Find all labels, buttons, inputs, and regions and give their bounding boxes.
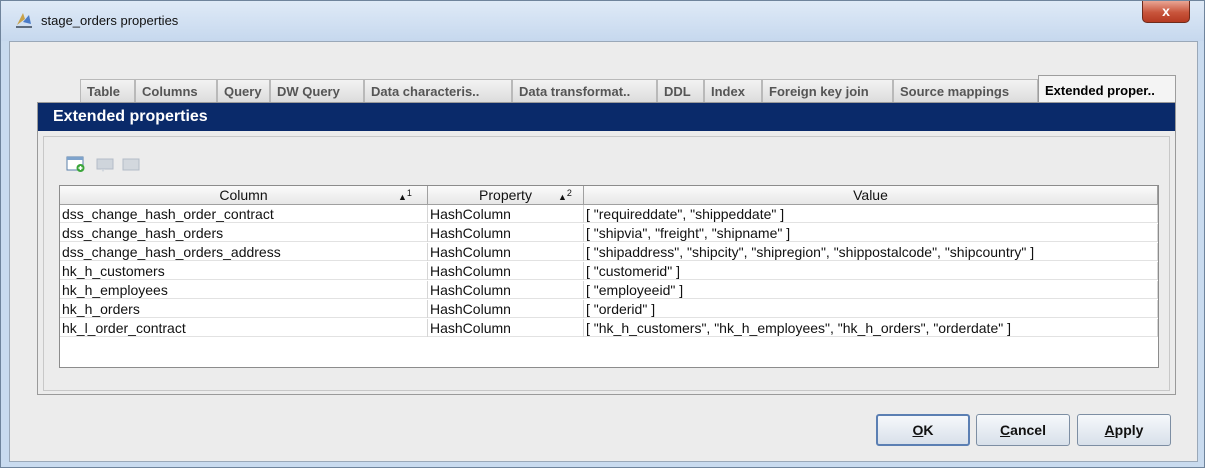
cancel-label: ancel (1010, 422, 1046, 438)
cell-column[interactable]: hk_h_employees (60, 281, 428, 299)
ok-mnemonic: O (912, 422, 924, 438)
column-header-label: Value (853, 187, 888, 203)
cell-column[interactable]: hk_l_order_contract (60, 319, 428, 337)
cell-column[interactable]: dss_change_hash_orders (60, 224, 428, 242)
extended-properties-table: Column ▲1 Property ▲2 Value dss_change_h… (59, 185, 1159, 368)
cell-value[interactable]: [ "orderid" ] (584, 300, 1158, 318)
cell-property[interactable]: HashColumn (428, 205, 584, 223)
column-header-property[interactable]: Property ▲2 (428, 186, 584, 205)
tab-data-transformations[interactable]: Data transformat.. (512, 79, 657, 102)
cell-value[interactable]: [ "employeeid" ] (584, 281, 1158, 299)
tab-extended-properties[interactable]: Extended proper.. (1038, 75, 1176, 103)
properties-dialog: stage_orders properties x Table Columns … (0, 0, 1205, 468)
tab-ddl[interactable]: DDL (657, 79, 704, 102)
apply-mnemonic: A (1104, 422, 1115, 438)
cancel-mnemonic: C (1000, 422, 1011, 438)
column-header-column[interactable]: Column ▲1 (60, 186, 428, 205)
cell-value[interactable]: [ "hk_h_customers", "hk_h_employees", "h… (584, 319, 1158, 337)
properties-editor: Column ▲1 Property ▲2 Value dss_change_h… (43, 136, 1170, 391)
cell-property[interactable]: HashColumn (428, 319, 584, 337)
table-row[interactable]: hk_h_orders HashColumn [ "orderid" ] (60, 300, 1158, 318)
cell-value[interactable]: [ "requireddate", "shippeddate" ] (584, 205, 1158, 223)
cell-column[interactable]: dss_change_hash_order_contract (60, 205, 428, 223)
cancel-button[interactable]: Cancel (976, 414, 1070, 446)
title-bar[interactable]: stage_orders properties x (1, 1, 1204, 41)
cell-property[interactable]: HashColumn (428, 300, 584, 318)
tab-columns[interactable]: Columns (135, 79, 217, 102)
sort-order-label: 2 (566, 188, 572, 198)
app-icon (16, 13, 32, 28)
sort-ascending-icon: ▲2 (558, 188, 572, 202)
tab-strip: Table Columns Query DW Query Data charac… (37, 75, 1187, 103)
tab-data-characteristics[interactable]: Data characteris.. (364, 79, 512, 102)
table-row[interactable]: dss_change_hash_orders HashColumn [ "shi… (60, 224, 1158, 242)
tab-dw-query[interactable]: DW Query (270, 79, 364, 102)
table-row[interactable]: hk_h_customers HashColumn [ "customerid"… (60, 262, 1158, 280)
add-row-icon (66, 156, 85, 172)
column-header-label: Column (219, 187, 268, 203)
apply-button[interactable]: Apply (1077, 414, 1171, 446)
cell-value[interactable]: [ "shipvia", "freight", "shipname" ] (584, 224, 1158, 242)
delete-row-button[interactable] (121, 155, 141, 173)
column-header-label: Property (479, 187, 532, 203)
ok-label: K (923, 422, 934, 438)
add-row-button[interactable] (66, 155, 86, 173)
table-row[interactable]: dss_change_hash_order_contract HashColum… (60, 205, 1158, 223)
dialog-client: Table Columns Query DW Query Data charac… (9, 41, 1198, 462)
cell-property[interactable]: HashColumn (428, 243, 584, 261)
table-header: Column ▲1 Property ▲2 Value (60, 186, 1158, 205)
cell-property[interactable]: HashColumn (428, 281, 584, 299)
sort-ascending-icon: ▲1 (398, 188, 412, 202)
tab-source-mappings[interactable]: Source mappings (893, 79, 1038, 102)
cell-property[interactable]: HashColumn (428, 262, 584, 280)
tab-query[interactable]: Query (217, 79, 270, 102)
extended-properties-panel: Extended properties Column ▲1 Property ▲… (37, 102, 1176, 395)
tab-index[interactable]: Index (704, 79, 762, 102)
column-header-value[interactable]: Value (584, 186, 1158, 205)
panel-header: Extended properties (38, 103, 1175, 131)
delete-row-icon (122, 158, 140, 171)
cell-column[interactable]: hk_h_customers (60, 262, 428, 280)
window-title: stage_orders properties (41, 13, 179, 28)
cell-value[interactable]: [ "customerid" ] (584, 262, 1158, 280)
table-row[interactable]: hk_l_order_contract HashColumn [ "hk_h_c… (60, 319, 1158, 337)
apply-label: pply (1114, 422, 1144, 438)
sort-order-label: 1 (406, 188, 412, 198)
cell-column[interactable]: dss_change_hash_orders_address (60, 243, 428, 261)
close-icon: x (1162, 3, 1170, 19)
ok-button[interactable]: OK (876, 414, 970, 446)
tab-table[interactable]: Table (80, 79, 135, 102)
tab-foreign-key-join[interactable]: Foreign key join (762, 79, 893, 102)
close-button[interactable]: x (1142, 1, 1190, 23)
cell-property[interactable]: HashColumn (428, 224, 584, 242)
cell-column[interactable]: hk_h_orders (60, 300, 428, 318)
table-row[interactable]: dss_change_hash_orders_address HashColum… (60, 243, 1158, 261)
table-row[interactable]: hk_h_employees HashColumn [ "employeeid"… (60, 281, 1158, 299)
cell-value[interactable]: [ "shipaddress", "shipcity", "shipregion… (584, 243, 1158, 261)
edit-row-icon (96, 158, 114, 172)
edit-row-button[interactable] (95, 155, 115, 173)
